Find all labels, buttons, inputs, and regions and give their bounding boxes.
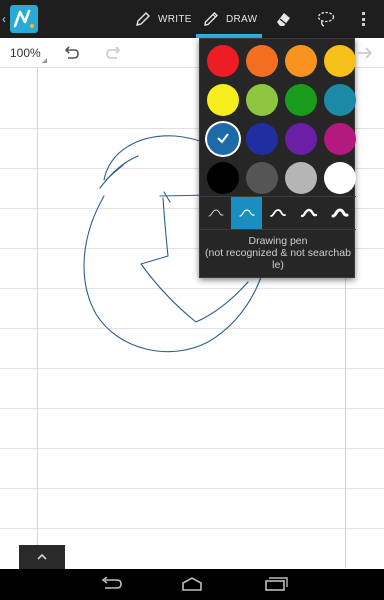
color-swatch[interactable] [324,162,356,194]
color-swatch[interactable] [246,84,278,116]
color-swatch[interactable] [246,123,278,155]
expand-panel-button[interactable] [19,545,65,569]
pen-stroke-3-icon[interactable] [262,197,293,229]
pen-icon [134,10,152,28]
color-swatch[interactable] [324,123,356,155]
zoom-dropdown-indicator [42,58,47,63]
draw-mode-tab[interactable]: DRAW [196,0,262,38]
nav-back-icon[interactable] [99,576,123,596]
color-swatch[interactable] [285,123,317,155]
color-swatch[interactable] [285,84,317,116]
nebo-logo-icon[interactable] [10,5,38,33]
overflow-menu-icon[interactable] [358,10,368,28]
redo-icon[interactable] [105,45,123,66]
pen-stroke-4-icon[interactable] [294,197,325,229]
color-swatch[interactable] [246,162,278,194]
color-swatch[interactable] [207,45,239,77]
system-nav-bar [0,569,384,600]
pencil-icon [202,10,220,28]
write-mode-label: WRITE [158,13,192,25]
pen-stroke-2-icon[interactable] [231,197,263,229]
pen-description-line: le) [272,259,284,271]
color-swatch[interactable] [285,162,317,194]
color-swatch[interactable] [324,84,356,116]
pen-palette-popup: Drawing pen (not recognized & not search… [199,38,356,278]
color-swatch[interactable] [285,45,317,77]
draw-mode-label: DRAW [226,13,258,25]
action-bar: ‹ WRITE DRAW [0,0,384,38]
pen-style-row [200,197,356,229]
color-swatch[interactable] [207,123,239,155]
color-swatch[interactable] [207,84,239,116]
color-swatch[interactable] [246,45,278,77]
pen-stroke-1-icon[interactable] [200,197,231,229]
pen-description-line: Drawing pen [248,235,308,247]
lasso-icon[interactable] [316,10,336,33]
undo-icon[interactable] [62,45,80,66]
arrow-right-icon[interactable] [356,45,374,66]
screen: ‹ WRITE DRAW 100% Drawing pen (not recog… [0,0,384,600]
chevron-up-icon [37,553,47,560]
pen-stroke-5-icon[interactable] [325,197,356,229]
nav-recent-apps-icon[interactable] [264,577,288,596]
app-back-icon[interactable]: ‹ [2,12,6,26]
check-icon [217,133,229,144]
palette-divider [200,229,356,230]
eraser-icon[interactable] [273,9,293,34]
zoom-level[interactable]: 100% [10,46,41,60]
color-swatch[interactable] [324,45,356,77]
pen-description-line: (not recognized & not searchab [205,247,351,259]
nav-home-icon[interactable] [180,577,204,596]
write-mode-tab[interactable]: WRITE [134,0,192,38]
color-swatch[interactable] [207,162,239,194]
pen-description: Drawing pen (not recognized & not search… [200,235,356,271]
